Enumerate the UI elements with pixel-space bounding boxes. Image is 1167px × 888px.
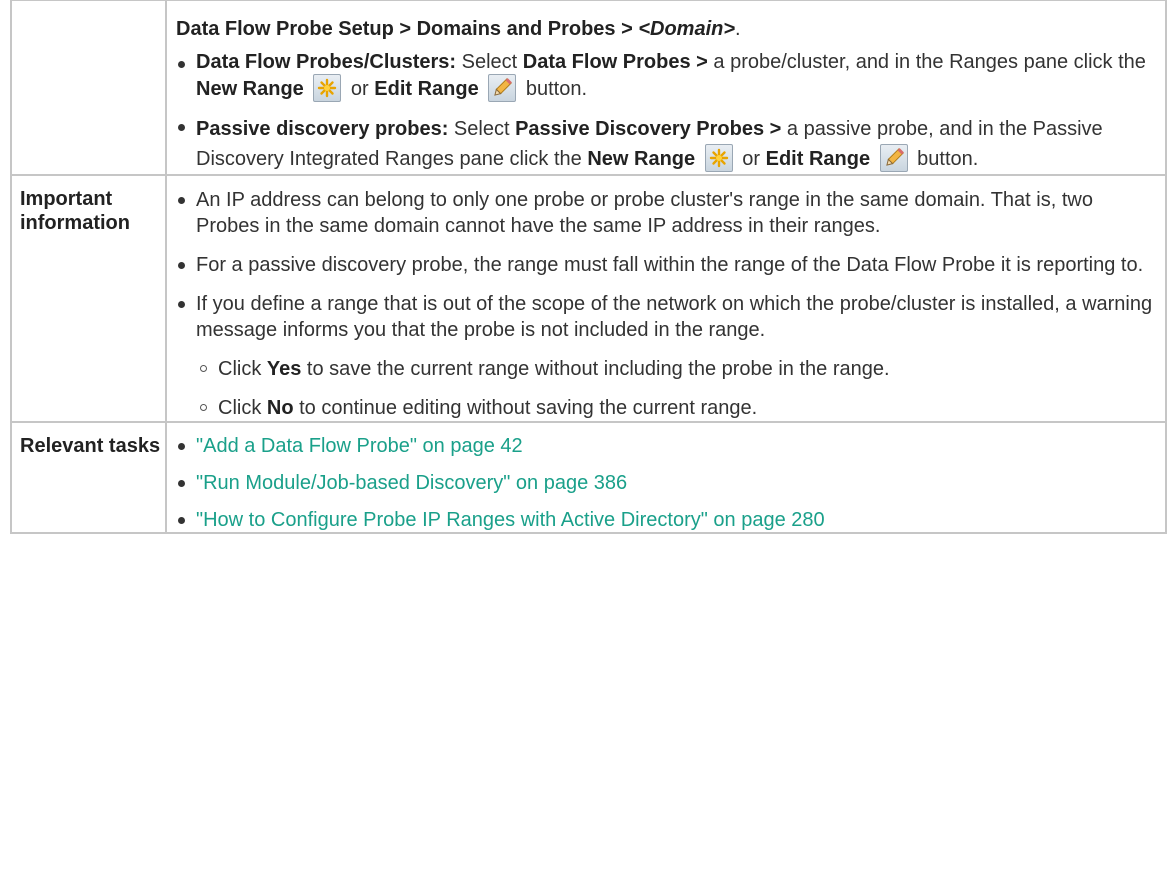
important-row: Important information An IP address can … [10, 174, 1167, 423]
access-row: Data Flow Probe Setup > Domains and Prob… [10, 0, 1167, 176]
tasks-content-cell: "Add a Data Flow Probe" on page 42 "Run … [165, 421, 1167, 534]
task-link[interactable]: "Run Module/Job-based Discovery" on page… [196, 472, 627, 494]
list-item: "Add a Data Flow Probe" on page 42 [176, 434, 1153, 458]
access-content-cell: Data Flow Probe Setup > Domains and Prob… [165, 0, 1167, 176]
list-item: "Run Module/Job-based Discovery" on page… [176, 471, 1153, 495]
access-list: Data Flow Probes/Clusters: Select Data F… [176, 41, 1153, 174]
access-label-cell [10, 0, 167, 176]
new-range-icon[interactable] [704, 144, 733, 172]
edit-range-icon[interactable] [879, 144, 908, 172]
list-item: An IP address can belong to only one pro… [176, 187, 1153, 239]
list-item: "How to Configure Probe IP Ranges with A… [176, 508, 1153, 532]
menu-path: Data Flow Probe Setup > Domains and Prob… [176, 18, 741, 40]
list-item: Data Flow Probes/Clusters: Select Data F… [176, 41, 1153, 102]
edit-range-icon[interactable] [488, 74, 517, 102]
new-range-icon[interactable] [313, 74, 342, 102]
important-list: An IP address can belong to only one pro… [176, 187, 1153, 421]
sub-list-item: Click No to continue editing without sav… [198, 395, 1153, 421]
list-item: If you define a range that is out of the… [176, 291, 1153, 343]
list-item: For a passive discovery probe, the range… [176, 252, 1153, 278]
list-item: Passive discovery probes: Select Passive… [176, 102, 1153, 174]
sub-list-item: Click Yes to save the current range with… [198, 356, 1153, 382]
tasks-label: Relevant tasks [10, 421, 167, 534]
important-label: Important information [10, 174, 167, 423]
important-content-cell: An IP address can belong to only one pro… [165, 174, 1167, 423]
tasks-row: Relevant tasks "Add a Data Flow Probe" o… [10, 421, 1167, 534]
reference-table: Data Flow Probe Setup > Domains and Prob… [10, 0, 1167, 534]
tasks-list: "Add a Data Flow Probe" on page 42 "Run … [176, 434, 1153, 532]
task-link[interactable]: "Add a Data Flow Probe" on page 42 [196, 435, 523, 457]
task-link[interactable]: "How to Configure Probe IP Ranges with A… [196, 509, 825, 531]
